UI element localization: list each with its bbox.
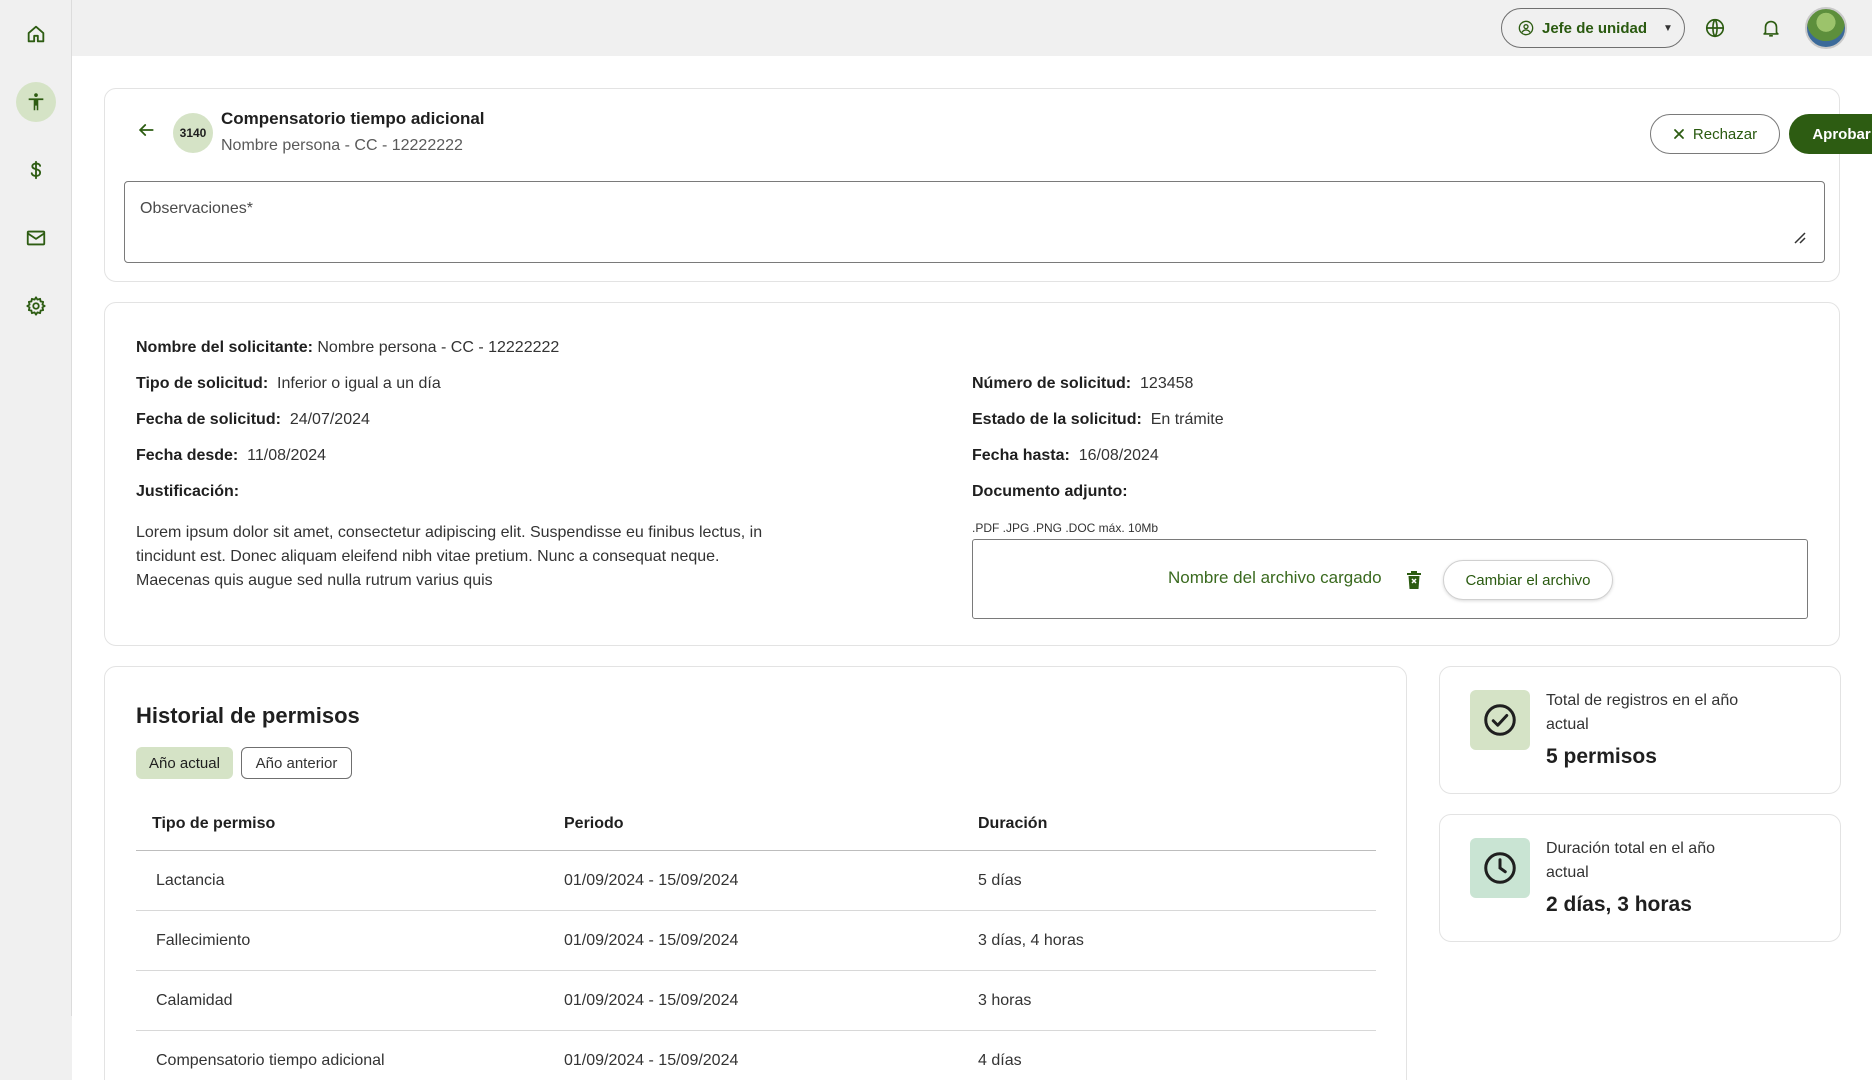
role-label: Jefe de unidad xyxy=(1542,19,1648,37)
dollar-icon[interactable] xyxy=(16,150,56,190)
justification-text: Lorem ipsum dolor sit amet, consectetur … xyxy=(136,524,763,589)
table-cell: Calamidad xyxy=(156,991,233,1009)
home-icon[interactable] xyxy=(16,14,56,54)
history-card: Historial de permisos Año actual Año ant… xyxy=(104,666,1407,1080)
to-value: 16/08/2024 xyxy=(1078,447,1159,464)
file-name[interactable]: Nombre del archivo cargado xyxy=(1168,568,1382,588)
clock-icon xyxy=(1470,838,1530,898)
date-label: Fecha de solicitud: xyxy=(136,411,281,428)
table-cell: 01/09/2024 - 15/09/2024 xyxy=(564,871,739,889)
reject-label: Rechazar xyxy=(1692,125,1758,143)
filter-current-year[interactable]: Año actual xyxy=(136,747,233,779)
total-duration-card: Duración total en el año actual 2 días, … xyxy=(1439,814,1841,942)
trash-icon[interactable] xyxy=(1405,570,1423,590)
justification-label: Justificación: xyxy=(136,483,240,500)
accessibility-icon[interactable] xyxy=(16,82,56,122)
file-upload-box: Nombre del archivo cargado Cambiar el ar… xyxy=(972,539,1808,619)
column-header[interactable]: Tipo de permiso xyxy=(152,815,275,833)
globe-icon[interactable] xyxy=(1701,14,1729,42)
reject-button[interactable]: Rechazar xyxy=(1650,114,1780,154)
table-cell: 5 días xyxy=(978,871,1022,889)
approve-button[interactable]: Aprobar xyxy=(1789,114,1872,154)
applicant-value: Nombre persona - CC - 12222222 xyxy=(317,339,560,356)
sidebar xyxy=(0,0,72,1016)
table-row[interactable]: Fallecimiento 01/09/2024 - 15/09/2024 3 … xyxy=(136,911,1376,971)
applicant-label: Nombre del solicitante: xyxy=(136,339,313,356)
table-row[interactable]: Lactancia 01/09/2024 - 15/09/2024 5 días xyxy=(136,851,1376,911)
total-duration-label: Duración total en el año actual xyxy=(1546,840,1715,881)
applicant-row: Nombre del solicitante: Nombre persona -… xyxy=(136,339,559,357)
back-arrow-icon[interactable] xyxy=(131,115,161,145)
check-circle-icon xyxy=(1470,690,1530,750)
date-value: 24/07/2024 xyxy=(289,411,370,428)
table-row[interactable]: Compensatorio tiempo adicional 01/09/202… xyxy=(136,1031,1376,1080)
gear-icon[interactable] xyxy=(16,286,56,326)
total-records-card: Total de registros en el año actual 5 pe… xyxy=(1439,666,1841,794)
total-records-value: 5 permisos xyxy=(1546,745,1657,768)
to-row: Fecha hasta: 16/08/2024 xyxy=(972,447,1159,465)
observations-label: Observaciones* xyxy=(140,200,253,217)
request-header-card: 3140 Compensatorio tiempo adicional Nomb… xyxy=(104,88,1872,282)
from-row: Fecha desde: 11/08/2024 xyxy=(136,447,326,465)
table-cell: Lactancia xyxy=(156,871,225,889)
type-label: Tipo de solicitud: xyxy=(136,375,269,392)
total-duration-value: 2 días, 3 horas xyxy=(1546,893,1692,916)
close-icon xyxy=(1673,129,1684,139)
table-cell: 01/09/2024 - 15/09/2024 xyxy=(564,1052,739,1069)
type-value: Inferior o igual a un día xyxy=(277,375,441,392)
attachment-label: Documento adjunto: xyxy=(972,483,1128,500)
filter-previous-year[interactable]: Año anterior xyxy=(241,747,352,779)
role-selector[interactable]: Jefe de unidad ▼ xyxy=(1501,8,1685,48)
attachment-formats: .PDF .JPG .PNG .DOC máx. 10Mb xyxy=(972,521,1159,535)
to-label: Fecha hasta: xyxy=(972,447,1070,464)
date-row: Fecha de solicitud: 24/07/2024 xyxy=(136,411,370,429)
number-row: Número de solicitud: 123458 xyxy=(972,375,1193,393)
table-cell: 3 horas xyxy=(978,991,1032,1009)
number-label: Número de solicitud: xyxy=(972,375,1132,392)
history-title: Historial de permisos xyxy=(136,703,360,728)
mail-icon[interactable] xyxy=(16,218,56,258)
request-details-card: Nombre del solicitante: Nombre persona -… xyxy=(104,302,1840,646)
column-header[interactable]: Periodo xyxy=(564,815,624,833)
history-table: Tipo de permiso Periodo Duración Lactanc… xyxy=(136,797,1376,1080)
observations-field[interactable]: Observaciones* xyxy=(124,181,1825,263)
request-title: Compensatorio tiempo adicional xyxy=(221,109,485,128)
user-circle-icon xyxy=(1518,20,1534,36)
topbar: Jefe de unidad ▼ xyxy=(72,0,1872,56)
table-header: Tipo de permiso Periodo Duración xyxy=(136,797,1376,851)
table-cell: 4 días xyxy=(978,1052,1022,1069)
number-value: 123458 xyxy=(1140,375,1194,392)
request-id-badge: 3140 xyxy=(173,113,213,153)
caret-down-icon: ▼ xyxy=(1663,22,1673,34)
total-records-label: Total de registros en el año actual xyxy=(1546,692,1739,733)
from-value: 11/08/2024 xyxy=(247,447,327,464)
user-avatar[interactable] xyxy=(1805,7,1847,49)
table-cell: Fallecimiento xyxy=(156,931,251,949)
attachment-row: Documento adjunto: xyxy=(972,483,1128,501)
table-cell: 3 días, 4 horas xyxy=(978,931,1084,949)
type-row: Tipo de solicitud: Inferior o igual a un… xyxy=(136,375,441,393)
table-row[interactable]: Calamidad 01/09/2024 - 15/09/2024 3 hora… xyxy=(136,971,1376,1031)
resize-handle-icon[interactable] xyxy=(1792,230,1806,244)
change-file-button[interactable]: Cambiar el archivo xyxy=(1443,560,1613,600)
status-label: Estado de la solicitud: xyxy=(972,411,1142,428)
column-header[interactable]: Duración xyxy=(978,815,1047,833)
main-content: 3140 Compensatorio tiempo adicional Nomb… xyxy=(72,56,1872,1080)
status-row: Estado de la solicitud: En trámite xyxy=(972,411,1224,429)
status-value: En trámite xyxy=(1150,411,1224,428)
bell-icon[interactable] xyxy=(1757,14,1785,42)
request-subtitle: Nombre persona - CC - 12222222 xyxy=(221,137,463,154)
table-cell: 01/09/2024 - 15/09/2024 xyxy=(564,991,739,1009)
table-cell: Compensatorio tiempo adicional xyxy=(156,1052,385,1069)
table-cell: 01/09/2024 - 15/09/2024 xyxy=(564,931,739,949)
justification-row: Justificación: xyxy=(136,483,239,501)
from-label: Fecha desde: xyxy=(136,447,239,464)
